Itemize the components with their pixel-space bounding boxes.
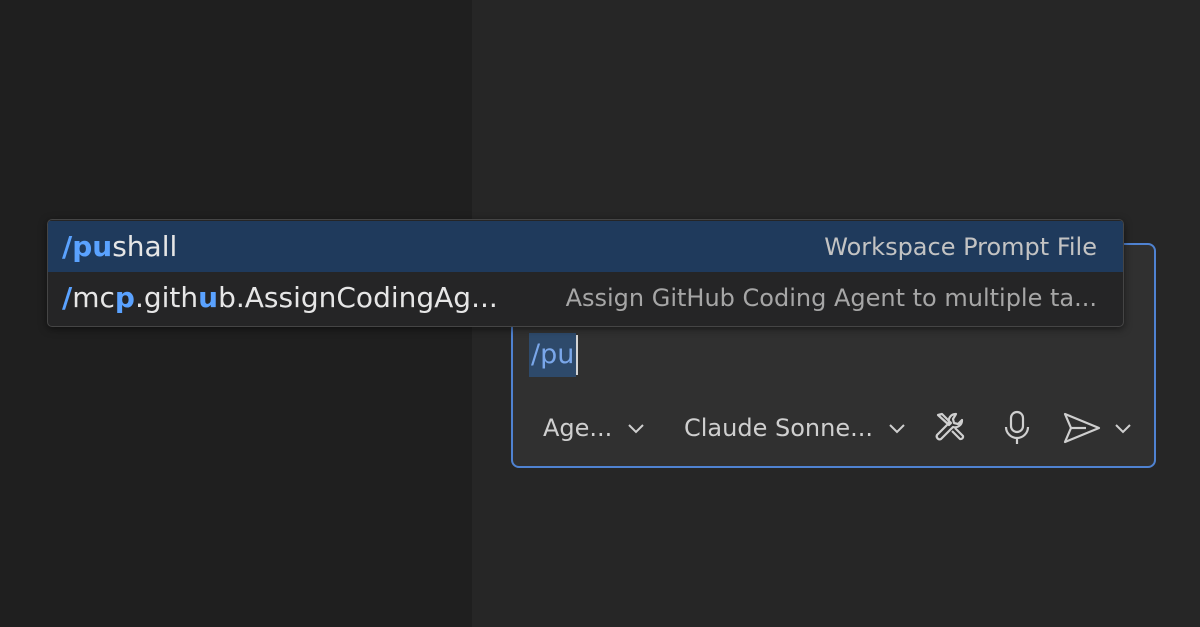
tools-button[interactable] <box>931 408 971 448</box>
send-button[interactable] <box>1061 408 1103 448</box>
app-root: /pu Age... Claude Sonne... /pushall Work… <box>0 0 1200 627</box>
command-rest: b.AssignCodingAg... <box>218 281 498 314</box>
chevron-down-icon <box>889 424 905 434</box>
voice-input-button[interactable] <box>999 408 1035 448</box>
mode-picker-label: Age... <box>543 414 613 442</box>
command-rest: mc <box>72 281 115 314</box>
chat-input-field[interactable]: /pu <box>529 331 579 379</box>
microphone-icon <box>1004 410 1030 444</box>
send-icon <box>1063 412 1101 444</box>
command-rest: shall <box>112 230 178 263</box>
mode-picker[interactable]: Age... <box>543 414 646 442</box>
command-match: / <box>62 281 73 314</box>
suggestion-command: /pushall <box>62 230 177 263</box>
command-match: / <box>62 230 73 263</box>
send-options-button[interactable] <box>1111 416 1135 440</box>
suggestion-item[interactable]: /mcp.github.AssignCodingAg... Assign Git… <box>48 272 1123 323</box>
chat-input-text[interactable]: /pu <box>529 333 577 377</box>
chevron-down-icon <box>628 424 645 434</box>
suggestion-description: Workspace Prompt File <box>824 232 1097 261</box>
command-match: pu <box>72 230 113 263</box>
suggestion-command: /mcp.github.AssignCodingAg... <box>62 281 498 314</box>
model-picker-label: Claude Sonne... <box>684 414 873 442</box>
command-match: p <box>114 281 135 314</box>
model-picker[interactable]: Claude Sonne... <box>684 414 907 442</box>
command-rest: .gith <box>134 281 199 314</box>
suggestion-item[interactable]: /pushall Workspace Prompt File <box>48 221 1123 272</box>
suggestion-list: /pushall Workspace Prompt File /mcp.gith… <box>47 219 1124 327</box>
chat-toolbar: Age... Claude Sonne... <box>513 400 1154 456</box>
suggestion-description: Assign GitHub Coding Agent to multiple t… <box>565 283 1097 312</box>
chevron-down-icon <box>1115 424 1131 434</box>
tools-icon <box>935 412 965 441</box>
text-caret <box>576 335 579 375</box>
command-match: u <box>198 281 219 314</box>
